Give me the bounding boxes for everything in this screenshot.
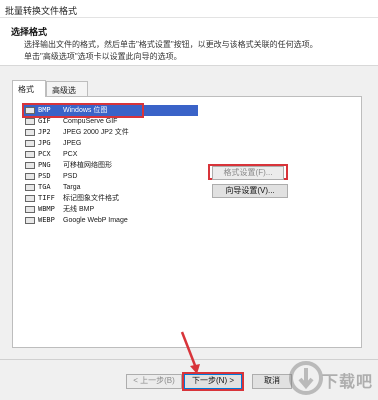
window-title: 批量转换文件格式 xyxy=(5,6,78,16)
format-code: PCX xyxy=(38,150,51,158)
tab-advanced-options[interactable]: 高级选项 xyxy=(46,81,88,106)
gif-icon xyxy=(25,118,35,125)
format-panel: BMP Windows 位图 GIF CompuServe GIF JP2 JP… xyxy=(12,96,362,348)
format-description: Google WebP Image xyxy=(63,217,128,224)
format-description: Targa xyxy=(63,184,81,191)
tab-format[interactable]: 格式 xyxy=(12,80,46,97)
format-code: JP2 xyxy=(38,128,51,136)
format-description: 无线 BMP xyxy=(63,206,95,213)
header-description-line1: 选择输出文件的格式，然后单击"格式设置"按钮，以更改与该格式关联的任何选项。 xyxy=(24,40,318,49)
wbmp-icon xyxy=(25,206,35,213)
pcx-icon xyxy=(25,151,35,158)
format-code: PSD xyxy=(38,172,51,180)
jpg-icon xyxy=(25,140,35,147)
title-bar: 批量转换文件格式 xyxy=(0,0,378,18)
selection-highlight-frame xyxy=(22,103,144,118)
watermark-text: 下载吧 xyxy=(322,374,374,391)
tga-icon xyxy=(25,184,35,191)
list-item-wbmp[interactable]: WBMP 无线 BMP xyxy=(23,204,198,215)
format-list[interactable]: BMP Windows 位图 GIF CompuServe GIF JP2 JP… xyxy=(23,103,198,343)
list-item-psd[interactable]: PSD PSD xyxy=(23,171,198,182)
format-description: PSD xyxy=(63,173,78,180)
wizard-settings-button[interactable]: 向导设置(V)... xyxy=(212,184,288,198)
cancel-button[interactable]: 取消 xyxy=(252,374,292,389)
previous-button[interactable]: < 上一步(B) xyxy=(126,374,182,389)
psd-icon xyxy=(25,173,35,180)
list-item-png[interactable]: PNG 可移植网络图形 xyxy=(23,160,198,171)
wizard-header: 选择格式 选择输出文件的格式，然后单击"格式设置"按钮，以更改与该格式关联的任何… xyxy=(0,18,378,66)
list-item-jp2[interactable]: JP2 JPEG 2000 JP2 文件 xyxy=(23,127,198,138)
list-item-jpg[interactable]: JPG JPEG xyxy=(23,138,198,149)
list-item-webp[interactable]: WEBP Google WebP Image xyxy=(23,215,198,226)
format-description: 可移植网络图形 xyxy=(63,162,112,169)
format-description: 标记图象文件格式 xyxy=(63,195,119,202)
list-item-pcx[interactable]: PCX PCX xyxy=(23,149,198,160)
format-code: WEBP xyxy=(38,216,55,224)
format-code: TIFF xyxy=(38,194,55,202)
format-description: JPEG 2000 JP2 文件 xyxy=(63,129,129,136)
header-title: 选择格式 xyxy=(11,27,48,37)
format-code: TGA xyxy=(38,183,51,191)
tiff-icon xyxy=(25,195,35,202)
format-code: JPG xyxy=(38,139,51,147)
jp2-icon xyxy=(25,129,35,136)
format-description: JPEG xyxy=(63,140,82,147)
watermark: 下载吧 xyxy=(288,358,376,400)
next-button[interactable]: 下一步(N) > xyxy=(184,374,242,389)
red-arrow-icon xyxy=(180,331,200,374)
watermark-logo-icon xyxy=(289,361,323,395)
list-item-tiff[interactable]: TIFF 标记图象文件格式 xyxy=(23,193,198,204)
format-code: WBMP xyxy=(38,205,55,213)
header-description-line2: 单击"高级选项"选项卡以设置此向导的选项。 xyxy=(24,52,182,61)
png-icon xyxy=(25,162,35,169)
format-description: PCX xyxy=(63,151,78,158)
list-item-tga[interactable]: TGA Targa xyxy=(23,182,198,193)
format-code: PNG xyxy=(38,161,51,169)
format-settings-button[interactable]: 格式设置(F)... xyxy=(212,166,284,180)
webp-icon xyxy=(25,217,35,224)
